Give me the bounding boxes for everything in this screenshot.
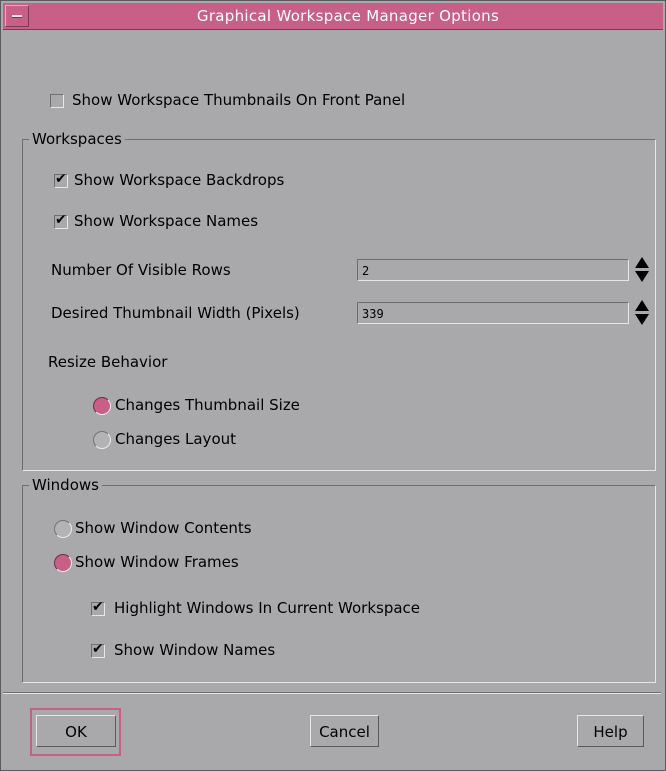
show-window-contents-radio[interactable] bbox=[54, 520, 72, 538]
show-thumbnails-label: Show Workspace Thumbnails On Front Panel bbox=[72, 91, 406, 109]
show-window-names-label: Show Window Names bbox=[114, 641, 276, 659]
show-window-contents-label: Show Window Contents bbox=[75, 519, 252, 537]
thumbnail-width-field[interactable]: 339 bbox=[357, 302, 629, 324]
help-button[interactable]: Help bbox=[577, 715, 644, 747]
resize-layout-radio[interactable] bbox=[93, 431, 111, 449]
show-window-frames-label: Show Window Frames bbox=[75, 553, 239, 571]
show-backdrops-checkbox[interactable] bbox=[54, 171, 68, 188]
show-window-frames-radio[interactable] bbox=[54, 554, 72, 572]
visible-rows-spinner[interactable] bbox=[635, 257, 649, 283]
windows-group-label: Windows bbox=[29, 476, 102, 494]
window-title: Graphical Workspace Manager Options bbox=[196, 7, 500, 25]
cancel-button[interactable]: Cancel bbox=[310, 715, 379, 747]
show-backdrops-label: Show Workspace Backdrops bbox=[74, 171, 285, 189]
thumbnail-width-spinner[interactable] bbox=[635, 300, 649, 326]
spin-down-icon[interactable] bbox=[635, 271, 649, 282]
resize-layout-label: Changes Layout bbox=[115, 430, 237, 448]
highlight-windows-checkbox[interactable] bbox=[91, 599, 105, 616]
spin-up-icon[interactable] bbox=[635, 300, 649, 311]
visible-rows-field[interactable]: 2 bbox=[357, 259, 629, 281]
title-bar[interactable]: Graphical Workspace Manager Options bbox=[3, 3, 663, 30]
options-dialog: Graphical Workspace Manager Options Show… bbox=[0, 0, 666, 771]
spin-down-icon[interactable] bbox=[635, 314, 649, 325]
workspaces-group-label: Workspaces bbox=[29, 130, 125, 148]
resize-thumbnail-radio[interactable] bbox=[93, 397, 111, 415]
ok-button[interactable]: OK bbox=[36, 715, 116, 747]
show-workspace-names-checkbox[interactable] bbox=[54, 212, 68, 229]
window-menu-button[interactable] bbox=[5, 5, 29, 27]
button-separator bbox=[3, 692, 661, 694]
show-workspace-names-label: Show Workspace Names bbox=[74, 212, 259, 230]
dialog-body: Show Workspace Thumbnails On Front Panel… bbox=[3, 33, 661, 766]
visible-rows-label: Number Of Visible Rows bbox=[51, 261, 231, 279]
spin-up-icon[interactable] bbox=[635, 257, 649, 268]
resize-behavior-label: Resize Behavior bbox=[48, 353, 168, 371]
window-menu-icon bbox=[12, 15, 22, 18]
show-thumbnails-checkbox[interactable] bbox=[50, 94, 64, 108]
thumbnail-width-label: Desired Thumbnail Width (Pixels) bbox=[51, 304, 300, 322]
show-window-names-checkbox[interactable] bbox=[91, 641, 105, 658]
highlight-windows-label: Highlight Windows In Current Workspace bbox=[114, 599, 421, 617]
resize-thumbnail-label: Changes Thumbnail Size bbox=[115, 396, 300, 414]
